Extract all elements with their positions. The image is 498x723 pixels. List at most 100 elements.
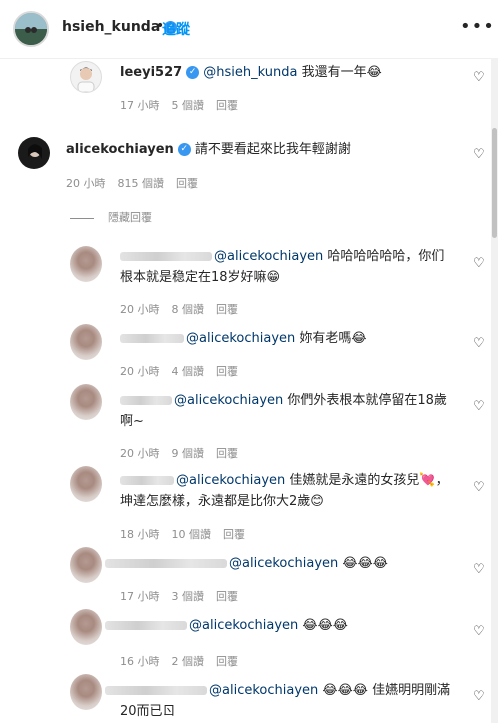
reply-button[interactable]: 回覆 — [216, 99, 238, 112]
reply-time[interactable]: 20 小時 — [120, 447, 160, 460]
reply-likes[interactable]: 3 個讚 — [172, 590, 205, 603]
heart-icon[interactable]: ♡ — [473, 70, 485, 85]
comment-text: alicekochiayen ✓ 請不要看起來比我年輕謝謝 — [66, 139, 351, 160]
blurred-avatar[interactable] — [70, 674, 102, 710]
user-avatar[interactable] — [70, 61, 102, 93]
reply-meta: 18 小時 10 個讚 回覆 — [120, 526, 257, 542]
blurred-avatar[interactable] — [70, 609, 102, 645]
blurred-username[interactable] — [120, 396, 172, 405]
blurred-username[interactable] — [105, 559, 227, 568]
heart-icon[interactable]: ♡ — [473, 147, 485, 162]
heart-icon[interactable]: ♡ — [473, 480, 485, 495]
reply-text: @alicekochiayen 哈哈哈哈哈哈，你们 根本就是稳定在18岁好嘛😁 — [120, 246, 465, 288]
reply-button[interactable]: 回覆 — [216, 303, 238, 316]
reply: @alicekochiayen 妳有老嗎😂 20 小時 4 個讚 回覆 ♡ — [0, 322, 490, 380]
scrollbar[interactable] — [491, 58, 498, 723]
comment-time[interactable]: 17 小時 — [120, 99, 160, 112]
reply-body: 妳有老嗎😂 — [295, 331, 367, 346]
reply-button[interactable]: 回覆 — [176, 177, 198, 190]
reply-body: 😂😂😂 佳嬿明明剛滿 — [318, 683, 451, 698]
heart-icon[interactable]: ♡ — [473, 256, 485, 271]
blurred-username[interactable] — [105, 621, 187, 630]
comment-likes[interactable]: 5 個讚 — [172, 99, 205, 112]
reply-button[interactable]: 回覆 — [223, 528, 245, 541]
blurred-avatar[interactable] — [70, 547, 102, 583]
comment-meta: 17 小時 5 個讚 回覆 — [120, 97, 250, 113]
reply-body-line2: 20而已ㄖ — [120, 704, 176, 719]
mention-link[interactable]: @alicekochiayen — [214, 249, 323, 264]
hide-replies-label[interactable]: 隱藏回覆 — [108, 211, 152, 224]
reply: @alicekochiayen 😂😂😂 佳嬿明明剛滿 20而已ㄖ ♡ — [0, 672, 490, 723]
reply-button[interactable]: 回覆 — [216, 447, 238, 460]
comment-time[interactable]: 20 小時 — [66, 177, 106, 190]
reply: @alicekochiayen 😂😂😂 16 小時 2 個讚 回覆 ♡ — [0, 607, 490, 668]
heart-icon[interactable]: ♡ — [473, 562, 485, 577]
blurred-avatar[interactable] — [70, 324, 102, 360]
comment-username[interactable]: leeyi527 — [120, 65, 182, 80]
reply-likes[interactable]: 10 個讚 — [172, 528, 212, 541]
reply-button[interactable]: 回覆 — [216, 590, 238, 603]
blurred-username[interactable] — [120, 476, 174, 485]
comment-username[interactable]: alicekochiayen — [66, 142, 174, 157]
reply-body: 哈哈哈哈哈哈，你们 — [323, 249, 445, 264]
reply-likes[interactable]: 9 個讚 — [172, 447, 205, 460]
reply-time[interactable]: 20 小時 — [120, 365, 160, 378]
blurred-avatar[interactable] — [70, 246, 102, 282]
reply-time[interactable]: 16 小時 — [120, 655, 160, 668]
reply-likes[interactable]: 8 個讚 — [172, 303, 205, 316]
heart-icon[interactable]: ♡ — [473, 399, 485, 414]
reply-text: @alicekochiayen 妳有老嗎😂 — [120, 328, 367, 349]
reply-text: @alicekochiayen 😂😂😂 佳嬿明明剛滿 20而已ㄖ — [105, 680, 465, 722]
comment-body: 我還有一年😂 — [297, 65, 382, 80]
verified-badge-icon: ✓ — [177, 143, 191, 156]
reply-body: 😂😂😂 — [338, 556, 388, 571]
mention-link[interactable]: @alicekochiayen — [189, 618, 298, 633]
mention-link[interactable]: @alicekochiayen — [176, 473, 285, 488]
reply-button[interactable]: 回覆 — [216, 655, 238, 668]
mention-link[interactable]: @alicekochiayen — [209, 683, 318, 698]
mention-link[interactable]: @alicekochiayen — [186, 331, 295, 346]
blurred-avatar[interactable] — [70, 466, 102, 502]
blurred-username[interactable] — [105, 686, 207, 695]
reply-meta: 20 小時 8 個讚 回覆 — [120, 301, 250, 317]
post-header: hsieh_kunda ✓ • 追蹤 ••• — [0, 0, 498, 59]
reply-text: @alicekochiayen 😂😂😂 — [105, 615, 348, 636]
reply-body: 😂😂😂 — [298, 618, 348, 633]
user-avatar[interactable] — [18, 137, 50, 169]
comment-likes[interactable]: 815 個讚 — [118, 177, 165, 190]
reply-meta: 20 小時 4 個讚 回覆 — [120, 363, 250, 379]
username-link[interactable]: hsieh_kunda — [62, 19, 160, 35]
comment-body: 請不要看起來比我年輕謝謝 — [194, 142, 351, 157]
blurred-username[interactable] — [120, 334, 184, 343]
reply-likes[interactable]: 2 個讚 — [172, 655, 205, 668]
reply-body: 你們外表根本就停留在18歲 — [283, 393, 447, 408]
mention-link[interactable]: @alicekochiayen — [174, 393, 283, 408]
reply-body-line2: 啊~ — [120, 414, 144, 429]
hide-replies-button[interactable]: 隱藏回覆 — [70, 209, 152, 225]
heart-icon[interactable]: ♡ — [473, 689, 485, 704]
reply-meta: 17 小時 3 個讚 回覆 — [120, 588, 250, 604]
more-options-icon[interactable]: ••• — [460, 16, 495, 37]
reply-time[interactable]: 18 小時 — [120, 528, 160, 541]
reply-meta: 16 小時 2 個讚 回覆 — [120, 653, 250, 669]
reply-time[interactable]: 17 小時 — [120, 590, 160, 603]
comment-meta: 20 小時 815 個讚 回覆 — [66, 175, 210, 191]
mention-link[interactable]: @alicekochiayen — [229, 556, 338, 571]
follow-button[interactable]: 追蹤 — [162, 19, 190, 39]
scrollbar-thumb[interactable] — [492, 128, 497, 238]
profile-avatar[interactable] — [13, 11, 49, 47]
verified-badge-icon: ✓ — [186, 66, 200, 79]
comment: alicekochiayen ✓ 請不要看起來比我年輕謝謝 20 小時 815 個讚… — [0, 130, 490, 190]
mention-link[interactable]: @hsieh_kunda — [203, 65, 297, 80]
divider-line — [70, 217, 94, 219]
reply-time[interactable]: 20 小時 — [120, 303, 160, 316]
blurred-avatar[interactable] — [70, 384, 102, 420]
blurred-username[interactable] — [120, 252, 212, 261]
heart-icon[interactable]: ♡ — [473, 336, 485, 351]
heart-icon[interactable]: ♡ — [473, 624, 485, 639]
reply-button[interactable]: 回覆 — [216, 365, 238, 378]
reply-likes[interactable]: 4 個讚 — [172, 365, 205, 378]
reply-body-line2: 坤達怎麼樣，永遠都是比你大2歲😊 — [120, 494, 324, 509]
reply-meta: 20 小時 9 個讚 回覆 — [120, 445, 250, 461]
reply: @alicekochiayen 佳嬿就是永遠的女孩兒💘， 坤達怎麼樣，永遠都是比你… — [0, 462, 490, 542]
